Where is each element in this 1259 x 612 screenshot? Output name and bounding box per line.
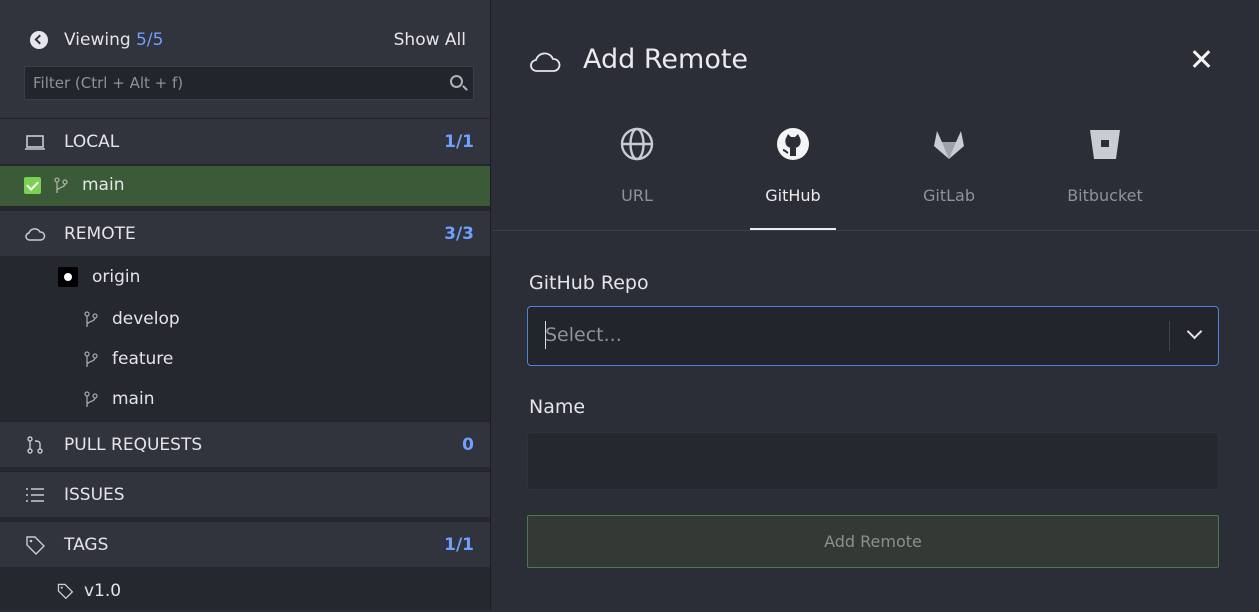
- remote-branch-main[interactable]: main: [0, 380, 490, 420]
- tab-bitbucket-label: Bitbucket: [1067, 186, 1143, 205]
- collapse-arrow-icon[interactable]: [30, 31, 48, 49]
- branch-name: develop: [112, 309, 180, 329]
- name-field: [527, 432, 1219, 490]
- tab-gitlab-label: GitLab: [923, 186, 975, 205]
- branch-name: main: [82, 175, 125, 195]
- select-divider: [1169, 321, 1170, 351]
- left-panel: Viewing 5/5 Show All LOCAL 1/1 main REMO…: [0, 0, 491, 610]
- remote-avatar: [58, 267, 78, 287]
- section-tags[interactable]: TAGS 1/1: [0, 521, 490, 567]
- section-tags-label: TAGS: [64, 535, 109, 555]
- remote-branch-develop[interactable]: develop: [0, 300, 490, 340]
- github-icon: [777, 128, 809, 160]
- branch-icon: [54, 177, 68, 193]
- tag-item[interactable]: v1.0: [0, 572, 490, 612]
- checked-out-checkbox-icon: [24, 177, 41, 194]
- chevron-down-icon[interactable]: [1186, 323, 1203, 340]
- tab-github[interactable]: GitHub: [738, 118, 848, 230]
- add-remote-dialog: Add Remote URL GitHub GitLab Bitbucket G…: [492, 0, 1259, 610]
- bitbucket-icon: [1090, 130, 1120, 159]
- section-tags-count: 1/1: [444, 535, 474, 555]
- section-pull-requests-label: PULL REQUESTS: [64, 435, 203, 455]
- section-remote-label: REMOTE: [64, 224, 136, 244]
- section-issues-label: ISSUES: [64, 485, 125, 505]
- tab-gitlab[interactable]: GitLab: [894, 118, 1004, 230]
- section-pull-requests-count: 0: [462, 435, 474, 455]
- section-remote-count: 3/3: [444, 224, 474, 244]
- section-local-label: LOCAL: [64, 132, 120, 152]
- remote-origin[interactable]: origin: [0, 258, 490, 298]
- tag-name: v1.0: [84, 581, 122, 601]
- local-branch-main[interactable]: main: [0, 166, 490, 206]
- viewing-label: Viewing: [64, 30, 131, 50]
- branch-name: main: [112, 389, 155, 409]
- remote-name: origin: [92, 267, 141, 287]
- remote-branch-feature[interactable]: feature: [0, 340, 490, 380]
- branch-name: feature: [112, 349, 174, 369]
- filter-input[interactable]: [25, 67, 443, 99]
- branch-icon: [84, 351, 98, 367]
- show-all-button[interactable]: Show All: [394, 30, 466, 50]
- section-local-count: 1/1: [444, 132, 474, 152]
- tab-bitbucket[interactable]: Bitbucket: [1050, 118, 1160, 230]
- section-pull-requests[interactable]: PULL REQUESTS 0: [0, 421, 490, 467]
- section-remote[interactable]: REMOTE 3/3: [0, 210, 490, 256]
- tag-icon: [26, 536, 45, 555]
- tab-divider: [492, 230, 1259, 231]
- github-repo-label: GitHub Repo: [529, 272, 649, 294]
- section-issues[interactable]: ISSUES: [0, 471, 490, 517]
- tab-url[interactable]: URL: [582, 118, 692, 230]
- name-label: Name: [529, 396, 586, 418]
- search-icon: [450, 75, 463, 88]
- cloud-icon: [25, 228, 46, 241]
- branch-icon: [84, 311, 98, 327]
- dialog-title: Add Remote: [583, 44, 749, 75]
- tab-url-label: URL: [621, 186, 653, 205]
- github-repo-select[interactable]: Select...: [527, 306, 1219, 366]
- pull-request-icon: [27, 436, 43, 454]
- laptop-icon: [25, 135, 45, 150]
- name-input[interactable]: [528, 433, 1218, 489]
- tab-github-label: GitHub: [765, 186, 821, 205]
- globe-icon: [620, 127, 654, 161]
- add-remote-button[interactable]: Add Remote: [527, 515, 1219, 568]
- sidebar-header: Viewing 5/5 Show All: [0, 0, 490, 118]
- filter-box: [24, 66, 474, 100]
- close-icon[interactable]: [1189, 46, 1215, 72]
- viewing-count: 5/5: [136, 30, 164, 50]
- section-local[interactable]: LOCAL 1/1: [0, 118, 490, 164]
- viewing-indicator: Viewing 5/5: [64, 30, 163, 50]
- tag-icon: [57, 583, 74, 600]
- github-repo-placeholder: Select...: [545, 324, 622, 346]
- branch-icon: [84, 391, 98, 407]
- list-icon: [26, 488, 44, 502]
- cloud-icon: [530, 52, 561, 72]
- gitlab-icon: [934, 131, 964, 159]
